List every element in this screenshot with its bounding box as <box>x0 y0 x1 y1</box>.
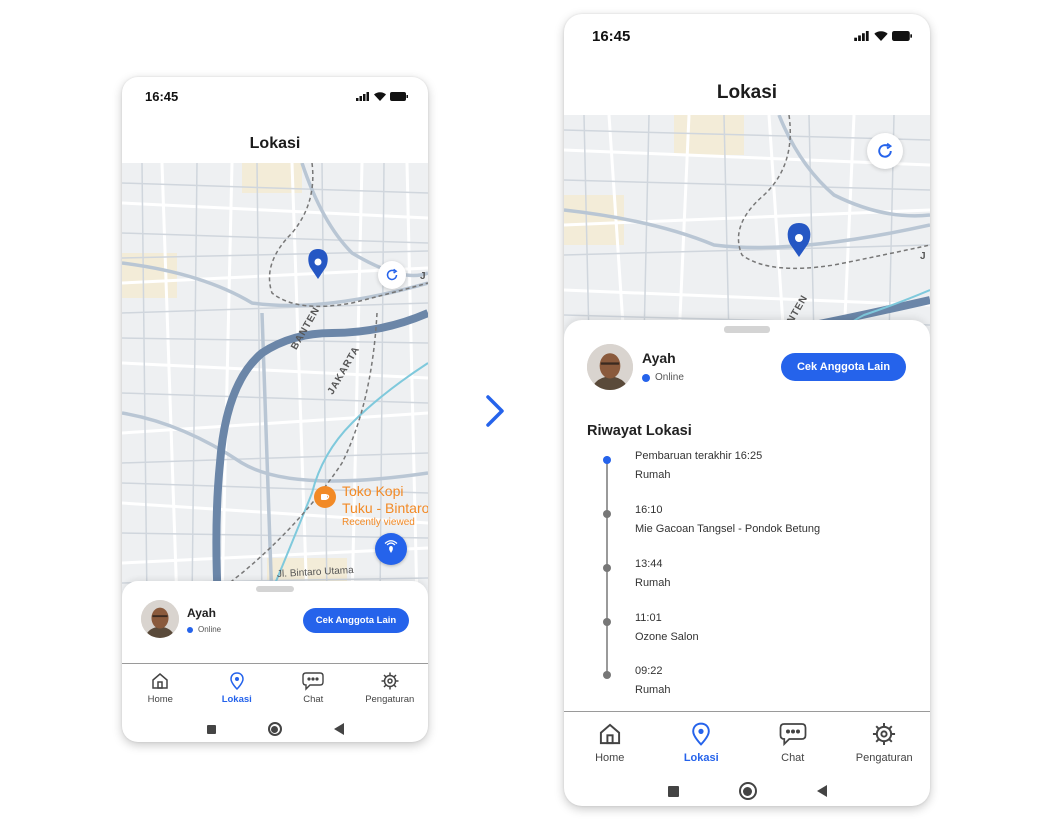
signal-icon <box>356 91 369 101</box>
road-label-j: J <box>920 251 927 262</box>
refresh-button[interactable] <box>378 261 406 289</box>
timeline-dot <box>603 618 611 626</box>
nav-label-pengaturan: Pengaturan <box>365 694 415 705</box>
location-icon <box>229 672 244 691</box>
wifi-icon <box>374 91 386 101</box>
history-time: 16:10 <box>635 504 663 516</box>
battery-icon <box>892 31 912 41</box>
avatar <box>587 344 633 390</box>
page-title: Lokasi <box>249 135 301 152</box>
poi-name-line1: Toko Kopi <box>342 483 404 499</box>
nav-home[interactable]: Home <box>564 712 656 775</box>
member-status: Online <box>642 372 684 383</box>
history-place: Rumah <box>635 684 671 696</box>
nav-label-chat: Chat <box>781 752 805 764</box>
phone-map-view: 16:45 Lokasi BANTEN JAKARTA Jl. Bintaro … <box>122 77 428 742</box>
status-bar: 16:45 <box>564 14 930 58</box>
chat-icon <box>302 672 324 691</box>
cek-anggota-button[interactable]: Cek Anggota Lain <box>303 608 409 633</box>
chevron-right-icon <box>486 395 504 427</box>
nav-chat[interactable]: Chat <box>275 664 352 713</box>
history-place: Rumah <box>635 469 671 481</box>
history-place: Ozone Salon <box>635 631 699 643</box>
member-status-text: Online <box>198 625 222 634</box>
back-button[interactable] <box>816 785 827 797</box>
chat-icon <box>779 723 807 747</box>
sheet-handle[interactable] <box>256 586 294 592</box>
nav-label-lokasi: Lokasi <box>221 694 252 705</box>
system-nav-bar <box>564 778 930 804</box>
online-dot <box>642 373 650 382</box>
home-system-button[interactable] <box>267 722 282 736</box>
poi-label: Toko Kopi Tuku - Bintaro Recently viewed <box>342 483 428 529</box>
cek-anggota-button[interactable]: Cek Anggota Lain <box>781 353 906 381</box>
road-label-j: J <box>420 271 427 282</box>
member-name: Ayah <box>642 350 676 366</box>
page-title: Lokasi <box>716 82 778 103</box>
bottom-nav: Home Lokasi Chat Pengaturan <box>122 663 428 713</box>
nav-lokasi[interactable]: Lokasi <box>656 712 748 775</box>
coffee-icon <box>314 486 336 508</box>
nav-chat[interactable]: Chat <box>747 712 839 775</box>
timeline-dot <box>603 510 611 518</box>
poi-subtitle: Recently viewed <box>342 517 415 528</box>
location-icon <box>692 722 711 746</box>
history-time: 13:44 <box>635 558 663 570</box>
history-place: Rumah <box>635 577 671 589</box>
status-time: 16:45 <box>592 27 631 45</box>
nav-label-chat: Chat <box>303 694 324 705</box>
timeline-dot-active <box>603 456 611 464</box>
refresh-button[interactable] <box>867 133 903 169</box>
nav-label-lokasi: Lokasi <box>683 752 719 764</box>
status-time: 16:45 <box>145 88 179 104</box>
signal-icon <box>854 31 869 41</box>
timeline-dot <box>603 564 611 572</box>
home-system-button[interactable] <box>738 782 757 800</box>
poi-marker[interactable]: Toko Kopi Tuku - Bintaro Recently viewed <box>314 483 428 529</box>
nav-label-home: Home <box>147 694 173 705</box>
sheet-handle[interactable] <box>724 326 770 333</box>
recents-button[interactable] <box>667 785 679 797</box>
system-nav-bar <box>122 717 428 741</box>
member-status-text: Online <box>655 372 684 383</box>
status-bar: 16:45 <box>122 77 428 115</box>
avatar <box>141 600 179 638</box>
member-name: Ayah <box>187 606 216 620</box>
back-button[interactable] <box>333 723 344 735</box>
history-sheet[interactable]: Ayah Online Cek Anggota Lain Riwayat Lok… <box>564 320 930 711</box>
history-time: 11:01 <box>635 612 662 624</box>
nav-pengaturan[interactable]: Pengaturan <box>352 664 429 713</box>
wifi-icon <box>874 31 888 41</box>
geofence-icon <box>384 540 398 553</box>
history-time: Pembaruan terakhir 16:25 <box>635 450 763 462</box>
timeline-dot <box>603 671 611 679</box>
settings-icon <box>873 722 896 746</box>
refresh-icon <box>386 268 398 281</box>
nav-pengaturan[interactable]: Pengaturan <box>839 712 931 775</box>
nav-home[interactable]: Home <box>122 664 199 713</box>
history-place: Mie Gacoan Tangsel - Pondok Betung <box>635 523 821 535</box>
refresh-icon <box>878 142 893 158</box>
map-view[interactable]: BANTEN JAKARTA Jl. Bintaro Utama J Toko … <box>122 163 428 603</box>
status-icons <box>356 91 408 101</box>
map-view[interactable]: BANTEN J <box>564 115 930 340</box>
nav-label-home: Home <box>595 752 625 764</box>
phone-history-view: 16:45 Lokasi BANTEN J Ayah Online Cek An… <box>564 14 930 806</box>
status-icons <box>854 31 912 41</box>
home-icon <box>599 723 620 745</box>
nav-lokasi[interactable]: Lokasi <box>199 664 276 713</box>
settings-icon <box>381 672 399 690</box>
battery-icon <box>390 91 408 101</box>
history-title: Riwayat Lokasi <box>587 423 692 439</box>
geofence-button[interactable] <box>375 533 407 565</box>
nav-label-pengaturan: Pengaturan <box>855 752 913 764</box>
history-time: 09:22 <box>635 665 663 677</box>
recents-button[interactable] <box>206 724 216 734</box>
home-icon <box>152 673 168 689</box>
member-sheet[interactable]: Ayah Online Cek Anggota Lain <box>122 581 428 663</box>
online-dot <box>187 626 193 633</box>
member-status: Online <box>187 625 221 634</box>
poi-name-line2: Tuku - Bintaro <box>342 500 428 516</box>
bottom-nav: Home Lokasi Chat Pengaturan <box>564 711 930 775</box>
